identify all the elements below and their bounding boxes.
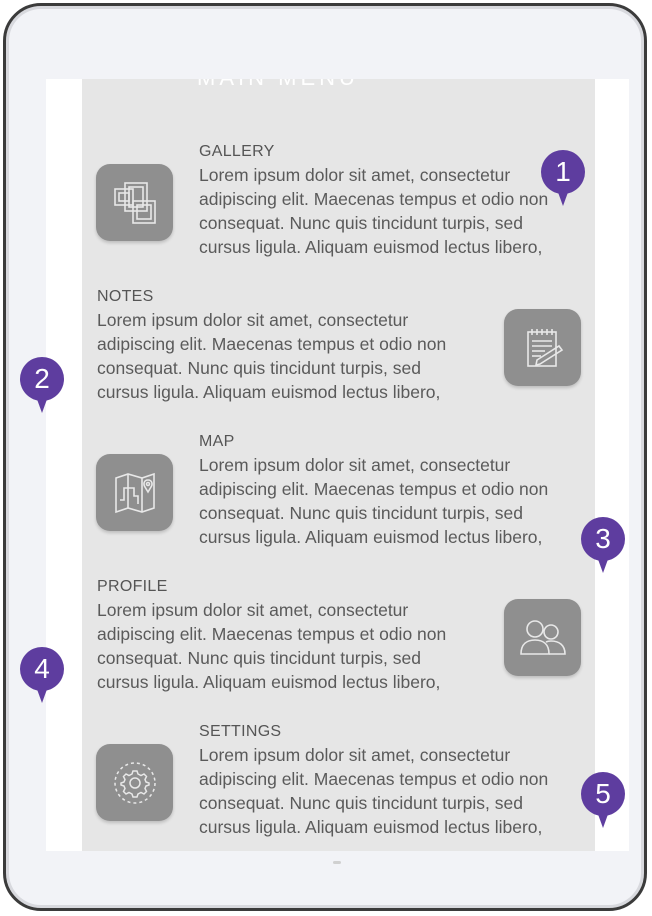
menu-panel: MAIN MENU GALLERY Lorem ipsum dolor sit …	[82, 79, 595, 851]
marker-number: 1	[555, 156, 571, 187]
settings-line-2: adipiscing elit. Maecenas tempus et odio…	[199, 769, 549, 789]
callout-marker-5: 5	[581, 772, 625, 828]
settings-icon[interactable]	[96, 744, 173, 821]
home-indicator	[333, 861, 341, 864]
notes-description: Lorem ipsum dolor sit amet, consectetur …	[97, 308, 446, 404]
settings-title: SETTINGS	[199, 723, 282, 740]
notes-line-2: adipiscing elit. Maecenas tempus et odio…	[97, 334, 447, 354]
menu-item-map[interactable]: MAP Lorem ipsum dolor sit amet, consecte…	[199, 433, 548, 549]
map-line-3: consequat. Nunc quis tincidunt turpis, s…	[199, 503, 523, 523]
gallery-line-3: consequat. Nunc quis tincidunt turpis, s…	[199, 213, 523, 233]
map-line-2: adipiscing elit. Maecenas tempus et odio…	[199, 479, 549, 499]
profile-line-2: adipiscing elit. Maecenas tempus et odio…	[97, 624, 447, 644]
profile-line-1: Lorem ipsum dolor sit amet, consectetur	[97, 600, 409, 620]
settings-description: Lorem ipsum dolor sit amet, consectetur …	[199, 743, 548, 839]
gallery-icon[interactable]	[96, 164, 173, 241]
map-title: MAP	[199, 433, 235, 450]
faded-title: MAIN MENU	[197, 79, 359, 91]
notes-line-4: cursus ligula. Aliquam euismod lectus li…	[97, 382, 441, 402]
callout-marker-3: 3	[581, 517, 625, 573]
map-icon[interactable]	[96, 454, 173, 531]
menu-item-gallery[interactable]: GALLERY Lorem ipsum dolor sit amet, cons…	[199, 143, 548, 259]
notes-line-3: consequat. Nunc quis tincidunt turpis, s…	[97, 358, 421, 378]
gallery-line-1: Lorem ipsum dolor sit amet, consectetur	[199, 165, 511, 185]
map-line-4: cursus ligula. Aliquam euismod lectus li…	[199, 527, 543, 547]
gallery-line-2: adipiscing elit. Maecenas tempus et odio…	[199, 189, 549, 209]
menu-item-settings[interactable]: SETTINGS Lorem ipsum dolor sit amet, con…	[199, 723, 548, 839]
map-description: Lorem ipsum dolor sit amet, consectetur …	[199, 453, 548, 549]
profile-icon[interactable]	[504, 599, 581, 676]
tablet-frame: MAIN MENU GALLERY Lorem ipsum dolor sit …	[3, 3, 647, 911]
profile-title: PROFILE	[97, 578, 168, 595]
marker-number: 3	[595, 523, 611, 554]
profile-line-4: cursus ligula. Aliquam euismod lectus li…	[97, 672, 441, 692]
settings-line-3: consequat. Nunc quis tincidunt turpis, s…	[199, 793, 523, 813]
callout-marker-4: 4	[20, 647, 64, 703]
menu-item-notes[interactable]: NOTES Lorem ipsum dolor sit amet, consec…	[97, 288, 446, 404]
notes-title: NOTES	[97, 288, 154, 305]
gallery-title: GALLERY	[199, 143, 275, 160]
notes-line-1: Lorem ipsum dolor sit amet, consectetur	[97, 310, 409, 330]
marker-number: 5	[595, 778, 611, 809]
marker-number: 4	[34, 653, 50, 684]
map-line-1: Lorem ipsum dolor sit amet, consectetur	[199, 455, 511, 475]
gallery-description: Lorem ipsum dolor sit amet, consectetur …	[199, 163, 548, 259]
gallery-line-4: cursus ligula. Aliquam euismod lectus li…	[199, 237, 543, 257]
callout-marker-1: 1	[541, 150, 585, 206]
notes-icon[interactable]	[504, 309, 581, 386]
marker-number: 2	[34, 363, 50, 394]
callout-marker-2: 2	[20, 357, 64, 413]
profile-description: Lorem ipsum dolor sit amet, consectetur …	[97, 598, 446, 694]
profile-line-3: consequat. Nunc quis tincidunt turpis, s…	[97, 648, 421, 668]
settings-line-1: Lorem ipsum dolor sit amet, consectetur	[199, 745, 511, 765]
menu-item-profile[interactable]: PROFILE Lorem ipsum dolor sit amet, cons…	[97, 578, 446, 694]
settings-line-4: cursus ligula. Aliquam euismod lectus li…	[199, 817, 543, 837]
